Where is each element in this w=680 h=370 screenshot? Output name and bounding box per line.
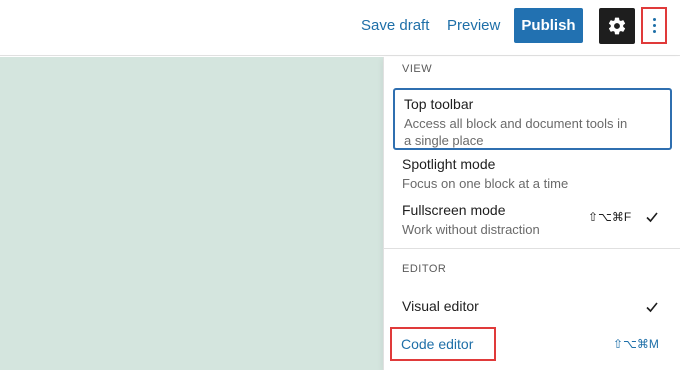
checkmark-icon (646, 212, 658, 223)
fullscreen-shortcut: ⇧⌥⌘F (588, 210, 632, 224)
preview-button[interactable]: Preview (447, 16, 500, 36)
top-toolbar-option[interactable]: Top toolbar Access all block and documen… (393, 88, 672, 150)
code-editor-option[interactable]: Code editor (390, 327, 496, 361)
options-dropdown: VIEW Top toolbar Access all block and do… (383, 57, 680, 370)
menu-divider (384, 248, 680, 249)
visual-editor-option[interactable]: Visual editor (393, 295, 672, 319)
view-section-label: VIEW (402, 63, 433, 75)
spotlight-mode-description: Focus on one block at a time (402, 176, 569, 191)
top-toolbar-title: Top toolbar (404, 96, 474, 112)
editor-section-label: EDITOR (402, 263, 447, 275)
editor-header: Save draft Preview Publish (0, 0, 680, 56)
save-draft-button[interactable]: Save draft (361, 16, 429, 36)
options-menu-button[interactable] (641, 7, 667, 44)
publish-button[interactable]: Publish (514, 8, 583, 43)
visual-editor-title: Visual editor (402, 298, 479, 314)
code-editor-title: Code editor (401, 336, 474, 352)
fullscreen-mode-option[interactable]: Fullscreen mode Work without distraction… (393, 199, 672, 239)
fullscreen-mode-title: Fullscreen mode (402, 202, 506, 218)
spotlight-mode-option[interactable]: Spotlight mode Focus on one block at a t… (393, 153, 672, 193)
gear-icon (608, 17, 626, 35)
fullscreen-mode-description: Work without distraction (402, 222, 540, 237)
more-vertical-icon (652, 18, 656, 33)
code-editor-shortcut: ⇧⌥⌘M (613, 337, 659, 351)
settings-button[interactable] (599, 8, 635, 44)
top-toolbar-description: Access all block and document tools in a… (404, 116, 628, 148)
spotlight-mode-title: Spotlight mode (402, 156, 496, 172)
checkmark-icon (646, 302, 658, 313)
